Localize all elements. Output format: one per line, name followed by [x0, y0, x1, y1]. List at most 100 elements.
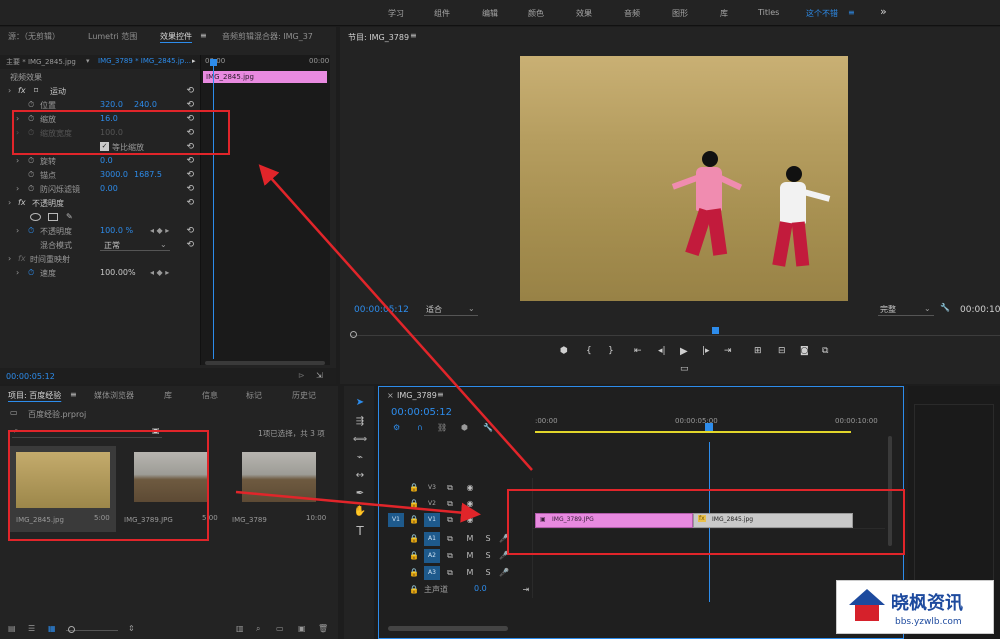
- type-tool-icon[interactable]: T: [352, 524, 368, 540]
- tab-media-browser[interactable]: 媒体浏览器: [94, 390, 134, 401]
- mini-scrollbar[interactable]: [205, 361, 325, 365]
- step-forward-icon[interactable]: |▸: [702, 346, 710, 356]
- expand-arrow-icon[interactable]: ›: [8, 86, 11, 95]
- lock-icon[interactable]: 🔒: [408, 567, 420, 579]
- expand-arrow-icon[interactable]: ›: [16, 184, 19, 193]
- workspace-custom[interactable]: 这个不错: [806, 8, 838, 19]
- anchor-x-value[interactable]: 3000.0: [100, 170, 128, 179]
- flicker-value[interactable]: 0.00: [100, 184, 118, 193]
- workspace-color[interactable]: 颜色: [528, 8, 544, 19]
- mute-button[interactable]: M: [464, 550, 476, 562]
- motion-row[interactable]: › fx ⌑ 运动 ⟲: [0, 85, 200, 99]
- reset-icon[interactable]: ⟲: [186, 240, 194, 250]
- linked-selection-icon[interactable]: ⛓: [437, 423, 447, 432]
- timeline-timecode[interactable]: 00:00:05:12: [391, 407, 452, 418]
- opacity-value[interactable]: 100.0 %: [100, 226, 133, 235]
- snap-icon[interactable]: ∩: [417, 423, 423, 432]
- export-icon[interactable]: ⇲: [316, 371, 323, 380]
- expand-arrow-icon[interactable]: ›: [16, 156, 19, 165]
- hand-tool-icon[interactable]: ✋: [352, 506, 368, 522]
- safe-margins-icon[interactable]: ▭: [680, 364, 689, 374]
- lock-icon[interactable]: 🔒: [408, 550, 420, 562]
- program-playhead[interactable]: [712, 327, 719, 334]
- master-clip-label[interactable]: 主要 * IMG_2845.jpg: [6, 57, 76, 67]
- track-label[interactable]: A2: [424, 549, 440, 563]
- lift-icon[interactable]: ⊞: [754, 346, 762, 356]
- project-item[interactable]: IMG_3789 10:00: [228, 446, 328, 532]
- reset-icon[interactable]: ⟲: [186, 184, 194, 194]
- go-to-out-icon[interactable]: ⇥: [724, 346, 732, 356]
- blend-dropdown[interactable]: 正常 ⌄: [100, 240, 170, 251]
- find-icon[interactable]: ⌕: [256, 624, 260, 634]
- workspace-audio[interactable]: 音频: [624, 8, 640, 19]
- track-select-tool-icon[interactable]: ⇶: [352, 416, 368, 432]
- mini-playhead-handle[interactable]: [210, 59, 217, 66]
- mute-button[interactable]: M: [464, 533, 476, 545]
- program-video-frame[interactable]: [520, 56, 848, 301]
- workspace-titles[interactable]: Titles: [758, 8, 779, 17]
- opacity-section-row[interactable]: › fx 不透明度 ⟲: [0, 197, 200, 211]
- panel-menu-icon[interactable]: ≡: [410, 31, 417, 40]
- eye-icon[interactable]: ◉: [464, 514, 476, 526]
- add-marker-icon[interactable]: ⬢: [461, 423, 468, 432]
- go-to-end-icon[interactable]: ⇥: [520, 584, 532, 596]
- automate-icon[interactable]: ▥: [236, 624, 244, 633]
- tab-markers[interactable]: 标记: [246, 390, 262, 401]
- nest-icon[interactable]: ⚙: [393, 423, 400, 432]
- hamburger-icon[interactable]: ≡: [848, 8, 855, 17]
- sync-lock-icon[interactable]: ⧉: [444, 550, 456, 562]
- fit-dropdown[interactable]: 适合 ⌄: [424, 304, 478, 316]
- effect-timecode[interactable]: 00:00:05:12: [6, 372, 55, 381]
- program-scrub-bar[interactable]: [350, 327, 1000, 341]
- expand-arrow-icon[interactable]: ›: [8, 254, 11, 263]
- stopwatch-icon[interactable]: ⏱: [28, 226, 34, 236]
- solo-button[interactable]: S: [482, 567, 494, 579]
- program-title[interactable]: 节目: IMG_3789: [348, 32, 409, 43]
- mute-button[interactable]: M: [464, 567, 476, 579]
- trash-icon[interactable]: 🗑: [318, 624, 328, 633]
- lock-icon[interactable]: ▤: [8, 624, 16, 633]
- chevron-down-icon[interactable]: ▾: [86, 57, 90, 65]
- stopwatch-icon[interactable]: ⏱: [28, 100, 34, 110]
- add-marker-icon[interactable]: ⬢: [560, 346, 568, 356]
- tab-audio-clip-mixer[interactable]: 音频剪辑混合器: IMG_37: [222, 31, 313, 42]
- sync-lock-icon[interactable]: ⧉: [444, 514, 456, 526]
- filter-icon[interactable]: ⊳: [298, 371, 305, 380]
- double-chevron-right-icon[interactable]: »: [880, 5, 887, 18]
- quality-dropdown[interactable]: 完整 ⌄: [878, 304, 934, 316]
- position-y-value[interactable]: 240.0: [134, 100, 157, 109]
- master-value[interactable]: 0.0: [474, 584, 487, 593]
- zoom-slider-handle[interactable]: [68, 626, 75, 633]
- icon-view-icon[interactable]: ▦: [48, 624, 56, 633]
- scrub-start-handle[interactable]: [350, 331, 357, 338]
- rectangle-mask-icon[interactable]: [48, 213, 58, 221]
- reset-icon[interactable]: ⟲: [186, 170, 194, 180]
- expand-arrow-icon[interactable]: ›: [16, 268, 19, 277]
- sync-lock-icon[interactable]: ⧉: [444, 482, 456, 494]
- microphone-icon[interactable]: 🎤: [498, 567, 510, 579]
- sync-lock-icon[interactable]: ⧉: [444, 533, 456, 545]
- razor-tool-icon[interactable]: ⌁: [352, 452, 368, 468]
- camera-icon[interactable]: ◙: [800, 346, 809, 356]
- motion-transform-icon[interactable]: ⌑: [34, 86, 38, 95]
- position-x-value[interactable]: 320.0: [100, 100, 123, 109]
- reset-icon[interactable]: ⟲: [186, 198, 194, 208]
- sequence-clip-dropdown[interactable]: IMG_3789 * IMG_2845.jp...: [98, 57, 191, 65]
- step-back-icon[interactable]: ◂|: [658, 346, 666, 356]
- expand-arrow-icon[interactable]: ›: [16, 226, 19, 235]
- workspace-graphics[interactable]: 图形: [672, 8, 688, 19]
- lock-icon[interactable]: 🔒: [408, 498, 420, 510]
- workspace-libraries[interactable]: 库: [720, 8, 728, 19]
- new-item-icon[interactable]: ▣: [298, 624, 306, 633]
- timeline-ruler[interactable]: :00:00 00:00:05:00 00:00:10:00: [533, 413, 878, 433]
- reset-icon[interactable]: ⟲: [186, 156, 194, 166]
- expand-arrow-icon[interactable]: ›: [8, 198, 11, 207]
- stopwatch-icon[interactable]: ⏱: [28, 268, 34, 278]
- timeline-playhead-handle[interactable]: [705, 423, 713, 431]
- selection-tool-icon[interactable]: ➤: [352, 397, 368, 413]
- panel-menu-icon[interactable]: ≡: [437, 390, 444, 399]
- eye-icon[interactable]: ◉: [464, 482, 476, 494]
- play-icon[interactable]: ▶: [680, 346, 688, 357]
- tab-history[interactable]: 历史记: [292, 390, 316, 401]
- sequence-tab[interactable]: IMG_3789: [397, 391, 437, 400]
